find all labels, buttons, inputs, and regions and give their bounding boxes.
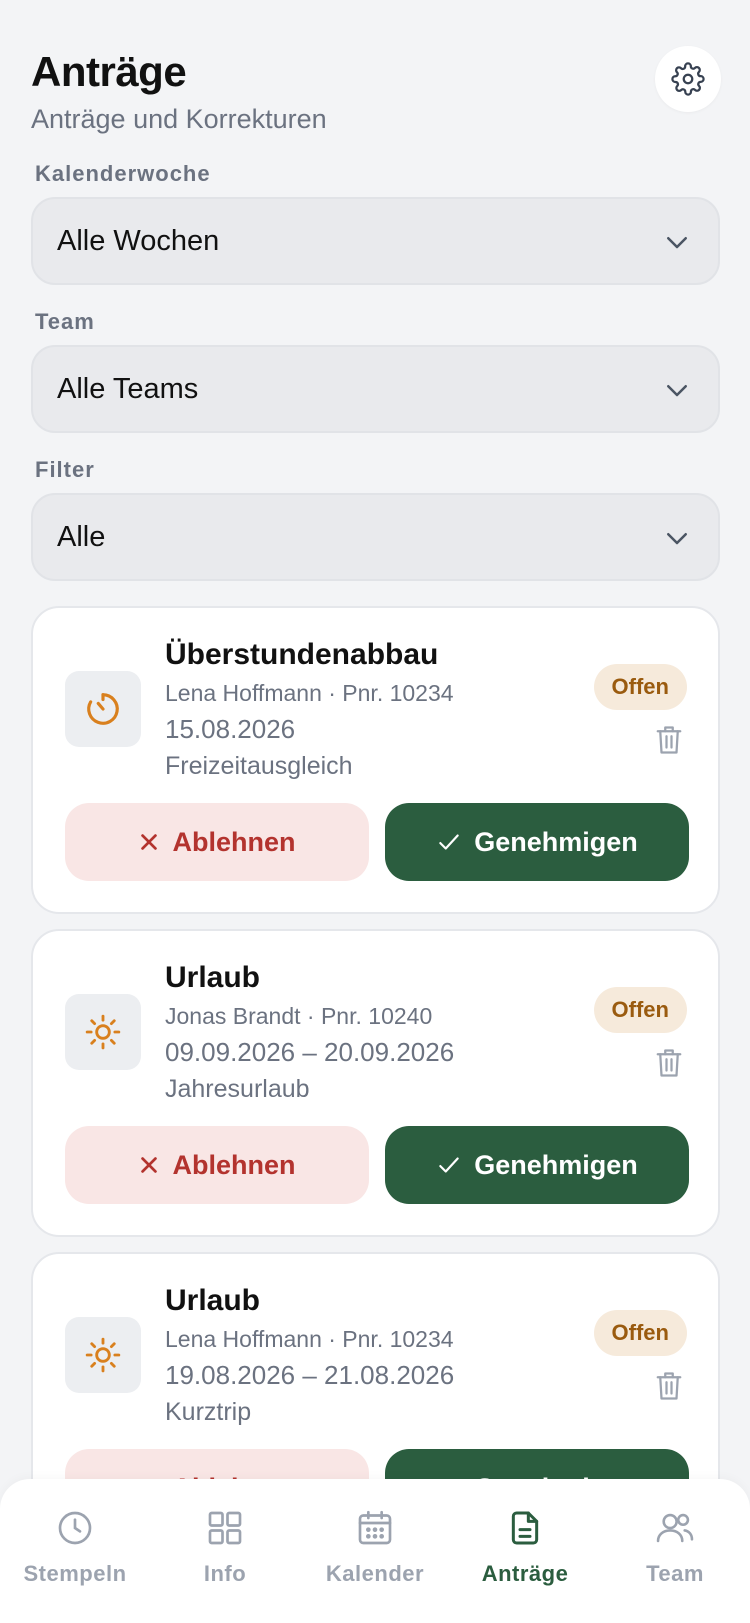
- request-title: Urlaub: [165, 1284, 261, 1317]
- tab-info[interactable]: Info: [150, 1505, 300, 1587]
- request-type-icon: [65, 1317, 141, 1393]
- request-date: 09.09.2026 – 20.09.2026: [165, 1037, 455, 1067]
- settings-button[interactable]: [655, 46, 721, 112]
- request-employee: Lena Hoffmann · Pnr. 10234: [165, 1326, 454, 1352]
- request-employee: Lena Hoffmann · Pnr. 10234: [165, 680, 454, 706]
- request-date: 19.08.2026 – 21.08.2026: [165, 1360, 455, 1390]
- tab-stempeln[interactable]: Stempeln: [0, 1505, 150, 1587]
- tab-label: Stempeln: [23, 1561, 127, 1586]
- chevron-down-icon: [667, 237, 687, 249]
- tab-label: Team: [646, 1561, 704, 1586]
- requests-page: Anträge Anträge und Korrekturen Kalender…: [0, 0, 750, 1623]
- close-icon: [141, 1157, 158, 1173]
- users-icon: [656, 1513, 694, 1543]
- request-note: Kurztrip: [165, 1398, 252, 1426]
- request-type-icon: [65, 994, 141, 1070]
- tab-label: Info: [203, 1561, 247, 1586]
- tab-label: Kalender: [325, 1561, 425, 1586]
- page-subtitle: Anträge und Korrekturen: [31, 104, 327, 134]
- approve-button-label: Genehmigen: [474, 826, 638, 857]
- request-title: Urlaub: [165, 961, 261, 994]
- team-select-value: Alle Teams: [57, 372, 199, 405]
- check-icon: [439, 834, 459, 850]
- gear-icon: [671, 62, 705, 96]
- document-icon: [511, 1511, 539, 1545]
- approve-button[interactable]: Genehmigen: [385, 803, 689, 881]
- request-card: Urlaub Jonas Brandt · Pnr. 10240 09.09.2…: [31, 929, 720, 1237]
- tab-team[interactable]: Team: [600, 1505, 750, 1587]
- page-title: Anträge: [31, 48, 187, 95]
- request-note: Jahresurlaub: [165, 1075, 310, 1103]
- team-filter-label: Team: [35, 309, 95, 334]
- timer-icon: [87, 693, 119, 725]
- status-badge: Offen: [593, 987, 687, 1033]
- status-badge: Offen: [593, 664, 687, 710]
- request-note: Freizeitausgleich: [165, 752, 353, 780]
- reject-button-label: Ablehnen: [172, 826, 296, 857]
- request-employee: Jonas Brandt · Pnr. 10240: [165, 1003, 433, 1029]
- grid-icon: [208, 1511, 242, 1545]
- request-title: Überstundenabbau: [165, 638, 439, 671]
- tab-antraege[interactable]: Anträge: [450, 1505, 600, 1587]
- reject-button[interactable]: Ablehnen: [65, 803, 369, 881]
- tab-kalender[interactable]: Kalender: [300, 1505, 450, 1587]
- check-icon: [439, 1157, 459, 1173]
- trash-icon[interactable]: [654, 1369, 684, 1403]
- trash-icon[interactable]: [654, 1046, 684, 1080]
- page-header: Anträge Anträge und Korrekturen: [31, 44, 721, 136]
- clock-icon: [58, 1511, 92, 1545]
- request-type-icon: [65, 671, 141, 747]
- week-filter-label: Kalenderwoche: [35, 161, 211, 186]
- sun-icon: [85, 1014, 121, 1050]
- status-filter-label: Filter: [35, 457, 95, 482]
- bottom-tab-bar: Stempeln Info Kalender Anträge Team: [0, 1479, 750, 1623]
- tab-label: Anträge: [481, 1561, 569, 1586]
- calendar-icon: [358, 1510, 392, 1545]
- approve-button[interactable]: Genehmigen: [385, 1126, 689, 1204]
- chevron-down-icon: [667, 385, 687, 397]
- reject-button[interactable]: Ablehnen: [65, 1126, 369, 1204]
- week-select-value: Alle Wochen: [57, 224, 220, 257]
- chevron-down-icon: [667, 533, 687, 545]
- status-badge: Offen: [593, 1310, 687, 1356]
- close-icon: [141, 834, 158, 850]
- week-select[interactable]: Alle Wochen: [31, 197, 720, 285]
- status-select-value: Alle: [57, 520, 106, 553]
- trash-icon[interactable]: [654, 723, 684, 757]
- approve-button-label: Genehmigen: [474, 1149, 638, 1180]
- sun-icon: [85, 1337, 121, 1373]
- status-select[interactable]: Alle: [31, 493, 720, 581]
- request-date: 15.08.2026: [165, 714, 296, 744]
- reject-button-label: Ablehnen: [172, 1149, 296, 1180]
- request-card: Überstundenabbau Lena Hoffmann · Pnr. 10…: [31, 606, 720, 914]
- team-select[interactable]: Alle Teams: [31, 345, 720, 433]
